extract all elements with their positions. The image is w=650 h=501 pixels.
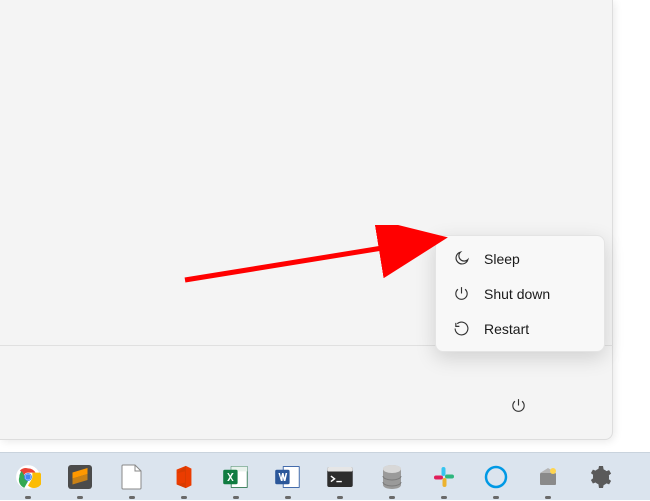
database-icon xyxy=(381,464,403,490)
power-menu-label: Restart xyxy=(484,321,529,337)
power-icon xyxy=(510,397,527,414)
word-icon xyxy=(275,465,301,489)
active-indicator xyxy=(545,496,551,499)
slack-icon xyxy=(432,465,456,489)
active-indicator xyxy=(181,496,187,499)
active-indicator xyxy=(129,496,135,499)
taskbar-slack[interactable] xyxy=(424,457,464,497)
active-indicator xyxy=(233,496,239,499)
active-indicator xyxy=(77,496,83,499)
taskbar-chrome[interactable] xyxy=(8,457,48,497)
taskbar-terminal[interactable] xyxy=(320,457,360,497)
terminal-icon xyxy=(327,467,353,487)
start-panel xyxy=(0,0,613,440)
power-icon xyxy=(453,285,470,302)
cortana-icon xyxy=(484,465,508,489)
wizard-icon xyxy=(536,465,560,489)
taskbar-excel[interactable] xyxy=(216,457,256,497)
active-indicator xyxy=(337,496,343,499)
sublime-icon xyxy=(68,465,92,489)
excel-icon xyxy=(223,465,249,489)
taskbar-cortana[interactable] xyxy=(476,457,516,497)
taskbar-word[interactable] xyxy=(268,457,308,497)
power-menu-label: Sleep xyxy=(484,251,520,267)
power-menu-label: Shut down xyxy=(484,286,550,302)
document-icon xyxy=(121,464,143,490)
active-indicator xyxy=(493,496,499,499)
desktop-background xyxy=(620,0,650,450)
power-button[interactable] xyxy=(500,387,536,423)
taskbar-notepad[interactable] xyxy=(112,457,152,497)
active-indicator xyxy=(285,496,291,499)
moon-icon xyxy=(453,250,470,267)
power-menu-sleep[interactable]: Sleep xyxy=(441,241,599,276)
active-indicator xyxy=(25,496,31,499)
taskbar-database[interactable] xyxy=(372,457,412,497)
power-menu-restart[interactable]: Restart xyxy=(441,311,599,346)
taskbar xyxy=(0,452,650,500)
gear-icon xyxy=(588,465,612,489)
power-menu: Sleep Shut down Restart xyxy=(435,235,605,352)
taskbar-wizard[interactable] xyxy=(528,457,568,497)
office-icon xyxy=(172,464,196,490)
active-indicator xyxy=(389,496,395,499)
power-menu-shutdown[interactable]: Shut down xyxy=(441,276,599,311)
active-indicator xyxy=(441,496,447,499)
chrome-icon xyxy=(15,464,41,490)
restart-icon xyxy=(453,320,470,337)
taskbar-office[interactable] xyxy=(164,457,204,497)
taskbar-settings[interactable] xyxy=(580,457,620,497)
taskbar-sublime[interactable] xyxy=(60,457,100,497)
